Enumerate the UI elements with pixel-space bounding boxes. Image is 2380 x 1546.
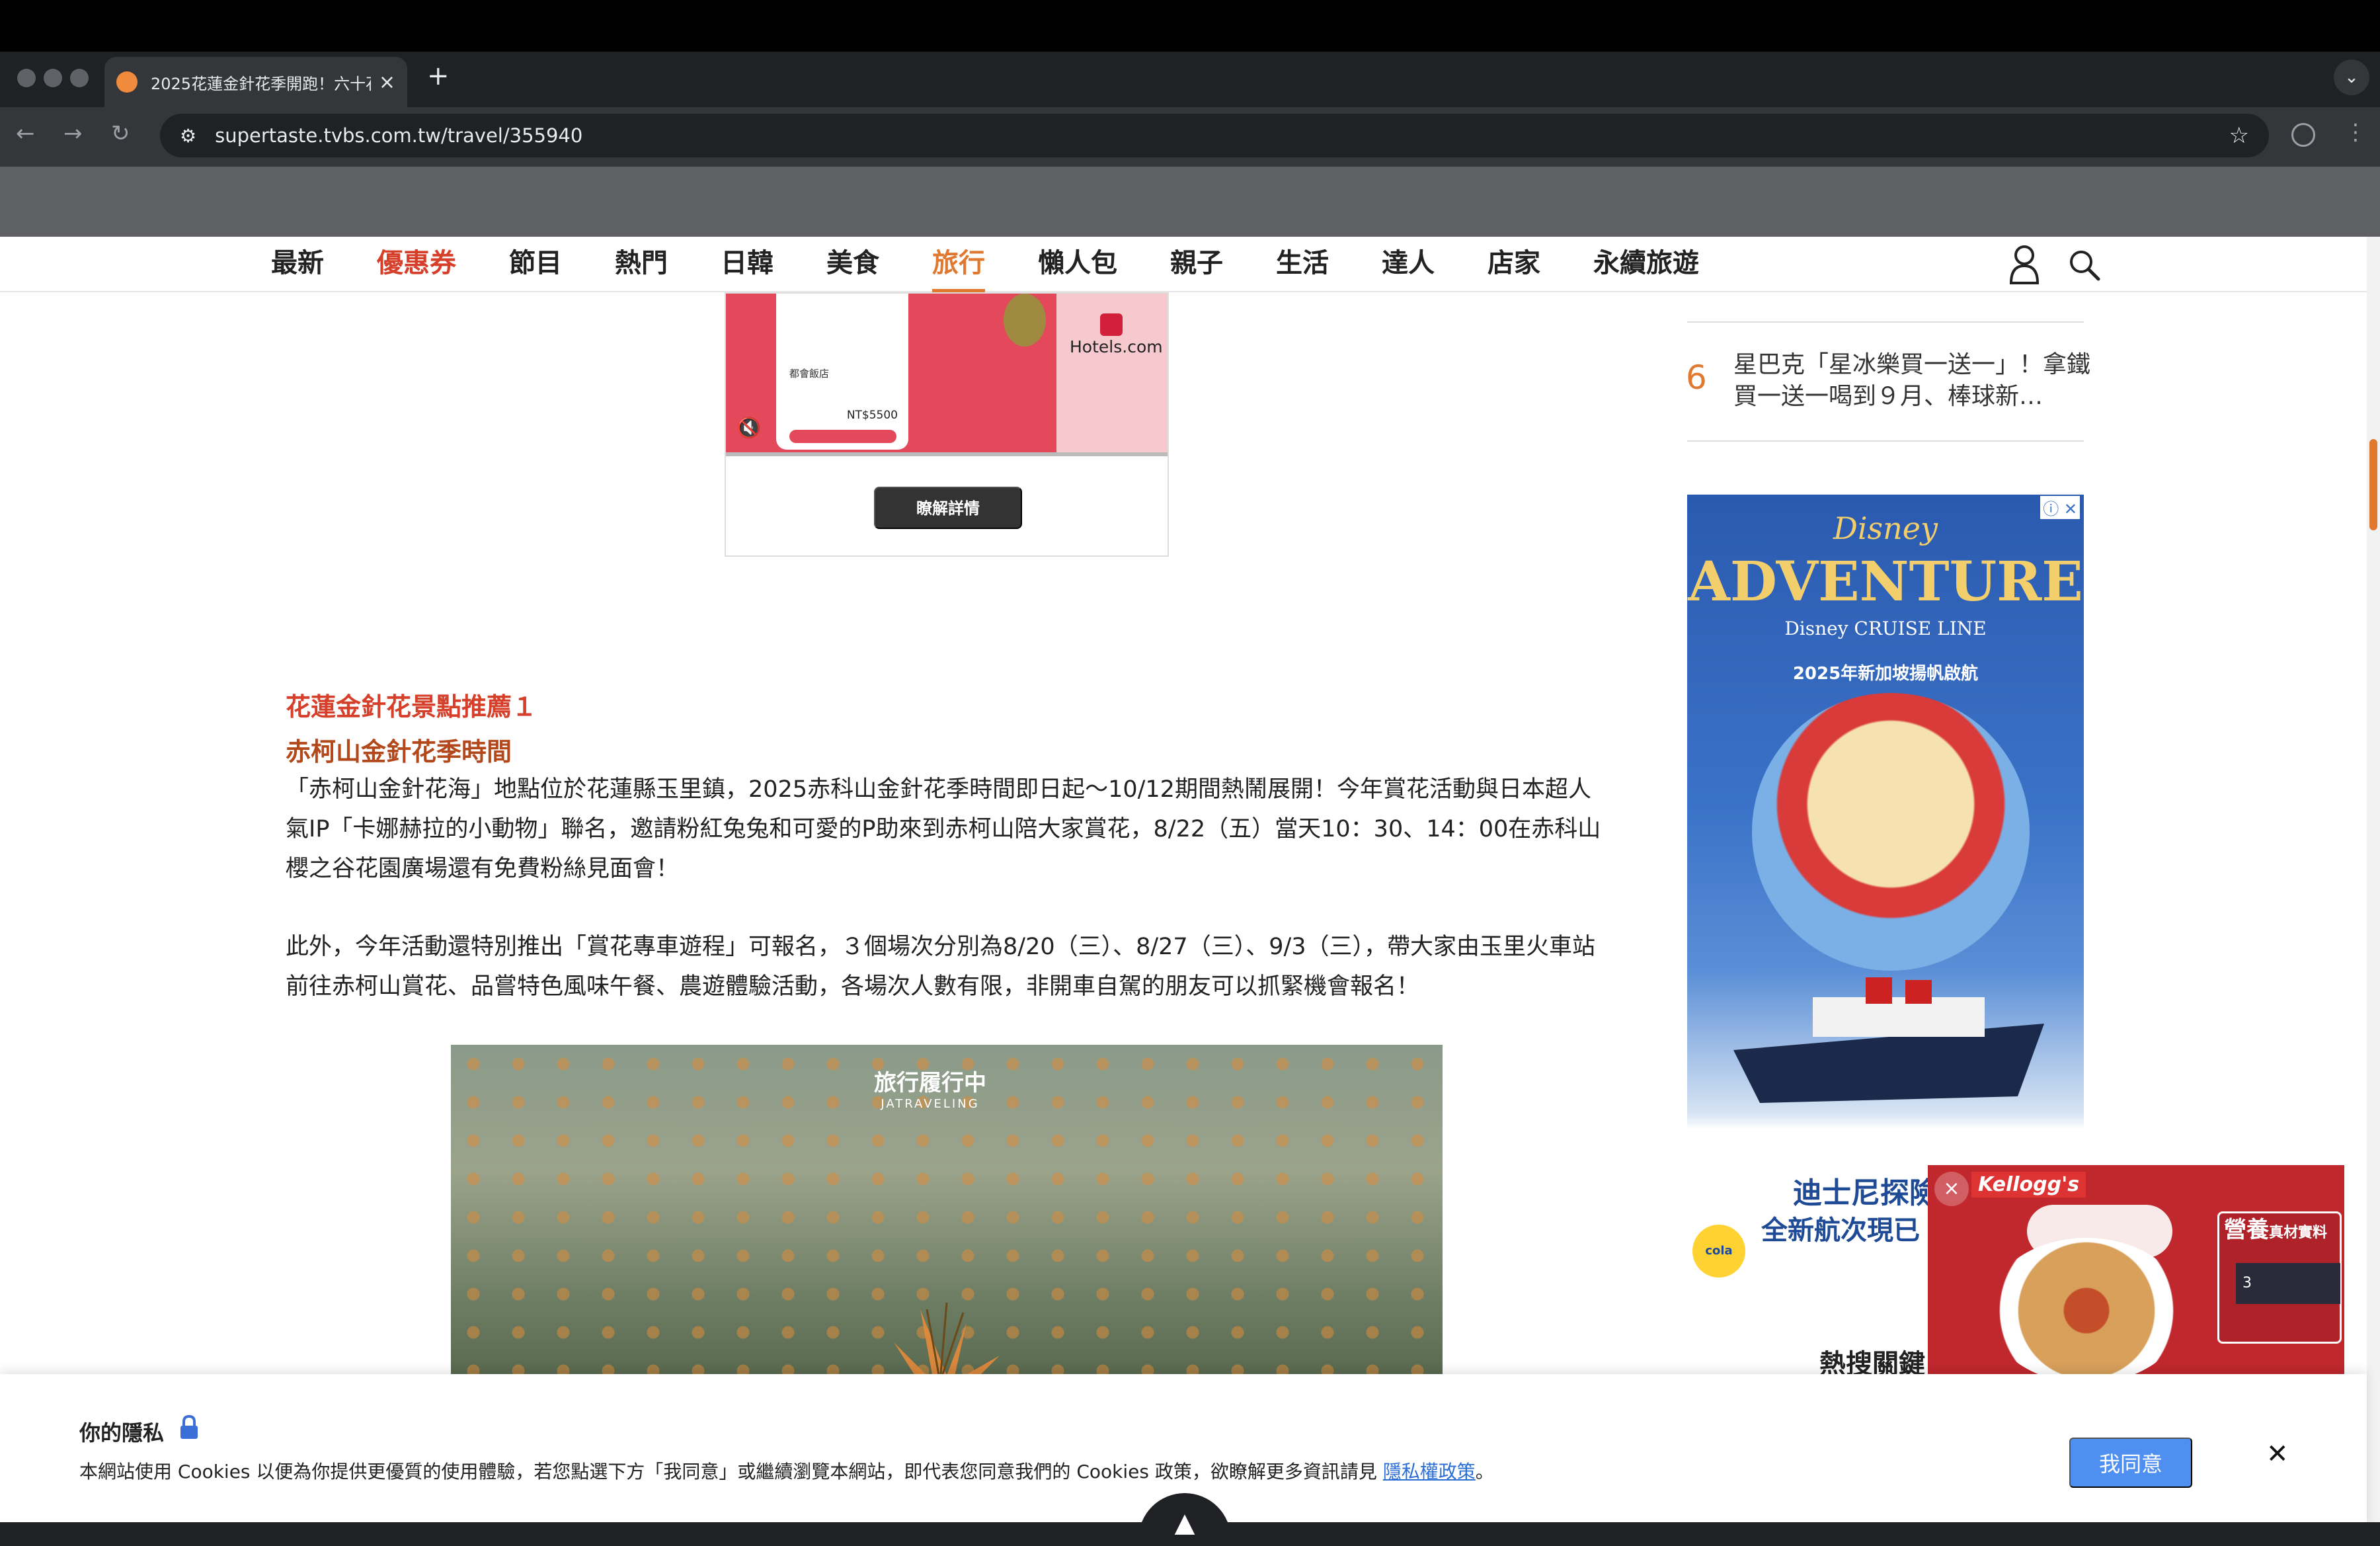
- nav-item-life[interactable]: 生活: [1276, 245, 1329, 292]
- cookie-body: 本網站使用 Cookies 以便為你提供更優質的使用體驗，若您點選下方「我同意」…: [79, 1461, 1383, 1483]
- watermark-text: 旅行履行中: [874, 1070, 986, 1096]
- section-subheading: 赤柯山金針花季時間: [286, 737, 512, 766]
- search-icon[interactable]: [2067, 247, 2101, 282]
- browser-tab[interactable]: 2025花蓮金針花季開跑！六十石 ×: [104, 57, 407, 107]
- ad-title: ADVENTURE: [1688, 550, 2083, 614]
- article-paragraph-2: 此外，今年活動還特別推出「賞花專車遊程」可報名，３個場次分別為8/20（三）、8…: [286, 934, 1596, 1000]
- nav-item-stores[interactable]: 店家: [1488, 245, 1540, 292]
- ad-learn-more-button[interactable]: 瞭解詳情: [874, 487, 1022, 529]
- ad-caption-2: 全新航次現已: [1761, 1215, 1920, 1246]
- cookie-close-icon[interactable]: ✕: [2266, 1439, 2289, 1469]
- browser-infobar: [0, 167, 2380, 237]
- section-heading: 花蓮金針花景點推薦１: [286, 692, 537, 721]
- bookmark-star-icon[interactable]: ☆: [2229, 122, 2249, 149]
- nav-item-food[interactable]: 美食: [826, 245, 879, 292]
- mute-icon[interactable]: 🔇: [736, 417, 761, 440]
- hotels-ad[interactable]: 都會飯店 NT$5500 Hotels.com 🔇 瞭解詳情: [725, 292, 1169, 557]
- rank-divider: [1687, 321, 2084, 323]
- video-ad-title: 營養真材實料: [2224, 1211, 2327, 1244]
- tab-close-icon[interactable]: ×: [379, 71, 395, 94]
- nav-item-programs[interactable]: 節目: [509, 245, 562, 292]
- ad-video[interactable]: 都會飯店 NT$5500 Hotels.com 🔇: [726, 294, 1168, 455]
- ad-caption-1: 迪士尼探險: [1793, 1176, 1938, 1210]
- ad-phone-button: [789, 430, 896, 443]
- cereal-bowl-art: [1987, 1238, 2186, 1383]
- nav-item-travel[interactable]: 旅行: [932, 245, 985, 292]
- url-text: supertaste.tvbs.com.tw/travel/355940: [215, 124, 583, 147]
- hotels-logo-icon: [1100, 313, 1123, 336]
- ad-progress-bar: [726, 452, 1168, 456]
- ad-brand: Hotels.com: [1070, 337, 1163, 356]
- disney-logo: Disney: [1833, 510, 1938, 546]
- nav-item-sustainable-travel[interactable]: 永續旅遊: [1593, 245, 1699, 292]
- rank-item-link[interactable]: 星巴克「星冰樂買一送一」！拿鐵買一送一喝到９月、棒球新…: [1733, 349, 2090, 413]
- ad-hotel-name: 都會飯店: [789, 368, 830, 380]
- nav-item-popular[interactable]: 熱門: [615, 245, 668, 292]
- window-zoom-dot[interactable]: [70, 69, 89, 87]
- user-icon[interactable]: [2007, 243, 2042, 286]
- agree-button[interactable]: 我同意: [2069, 1438, 2192, 1488]
- cruise-ship-art: [1733, 977, 2044, 1103]
- tab-list-chevron-icon[interactable]: ⌄: [2334, 60, 2369, 95]
- nav-item-guides[interactable]: 懶人包: [1038, 245, 1117, 292]
- lock-icon: [180, 1415, 198, 1439]
- privacy-policy-link[interactable]: 隱私權政策: [1383, 1461, 1476, 1483]
- cookie-suffix: 。: [1475, 1461, 1494, 1483]
- ad-price: NT$5500: [846, 409, 898, 422]
- cookie-title: 你的隱私: [79, 1420, 165, 1445]
- nav-item-family[interactable]: 親子: [1170, 245, 1223, 292]
- cookie-text: 本網站使用 Cookies 以便為你提供更優質的使用體驗，若您點選下方「我同意」…: [79, 1457, 1494, 1484]
- window-minimize-dot[interactable]: [44, 69, 62, 87]
- nav-item-coupons[interactable]: 優惠券: [377, 245, 456, 292]
- video-ad-title-small: 真材實料: [2269, 1225, 2328, 1241]
- nav-item-latest[interactable]: 最新: [271, 245, 324, 292]
- site-favicon-icon: [116, 71, 138, 93]
- ad-cruise-line: Disney CRUISE LINE: [1784, 618, 1987, 639]
- disney-characters-art: [1752, 693, 2030, 971]
- video-close-icon[interactable]: ×: [1934, 1172, 1969, 1206]
- page-scrollbar-thumb[interactable]: [2369, 439, 2377, 530]
- nav-item-japan-korea[interactable]: 日韓: [721, 245, 774, 292]
- browser-menu-icon[interactable]: ⋮: [2344, 119, 2367, 145]
- page-scrollbar[interactable]: [2367, 237, 2380, 1546]
- video-counter: 3: [2242, 1275, 2252, 1291]
- ad-subtitle: 2025年新加坡揚帆啟航: [1792, 664, 1979, 684]
- kelloggs-logo: Kellogg's: [1971, 1172, 2086, 1198]
- colatour-logo: cola tour: [1692, 1225, 1745, 1278]
- nav-item-experts[interactable]: 達人: [1382, 245, 1435, 292]
- profile-icon[interactable]: [2291, 123, 2315, 147]
- ad-mascot: [1004, 294, 1046, 346]
- reload-icon[interactable]: ↻: [111, 120, 130, 147]
- daylily-field-photo: 旅行履行中 JATRAVELING: [451, 1045, 1443, 1402]
- site-nav: 最新 優惠券 節目 熱門 日韓 美食 旅行 懶人包 親子 生活 達人 店家 永續…: [0, 237, 2367, 292]
- forward-icon[interactable]: →: [63, 120, 83, 147]
- address-bar[interactable]: ⚙ supertaste.tvbs.com.tw/travel/355940 ☆: [160, 114, 2269, 157]
- floating-video-ad[interactable]: × Kellogg's 營養真材實料 3: [1928, 1165, 2344, 1401]
- ad-phone-mockup: 都會飯店 NT$5500: [776, 294, 908, 450]
- watermark-subtext: JATRAVELING: [881, 1097, 980, 1111]
- site-info-icon[interactable]: ⚙: [180, 125, 196, 147]
- web-page: 最新 優惠券 節目 熱門 日韓 美食 旅行 懶人包 親子 生活 達人 店家 永續…: [0, 237, 2380, 1546]
- article-paragraph-1: 「赤柯山金針花海」地點位於花蓮縣玉里鎮，2025赤科山金針花季時間即日起～10/…: [286, 776, 1601, 882]
- new-tab-icon[interactable]: +: [427, 61, 450, 91]
- back-icon[interactable]: ←: [16, 120, 35, 147]
- rank-number: 6: [1686, 358, 1707, 397]
- rank-divider: [1687, 440, 2084, 442]
- tab-title: 2025花蓮金針花季開跑！六十石: [151, 74, 371, 93]
- video-inset-screen: 3: [2236, 1263, 2340, 1304]
- photo-watermark: 旅行履行中 JATRAVELING: [874, 1065, 986, 1111]
- window-close-dot[interactable]: [17, 69, 36, 87]
- video-ad-title-main: 營養: [2224, 1217, 2269, 1243]
